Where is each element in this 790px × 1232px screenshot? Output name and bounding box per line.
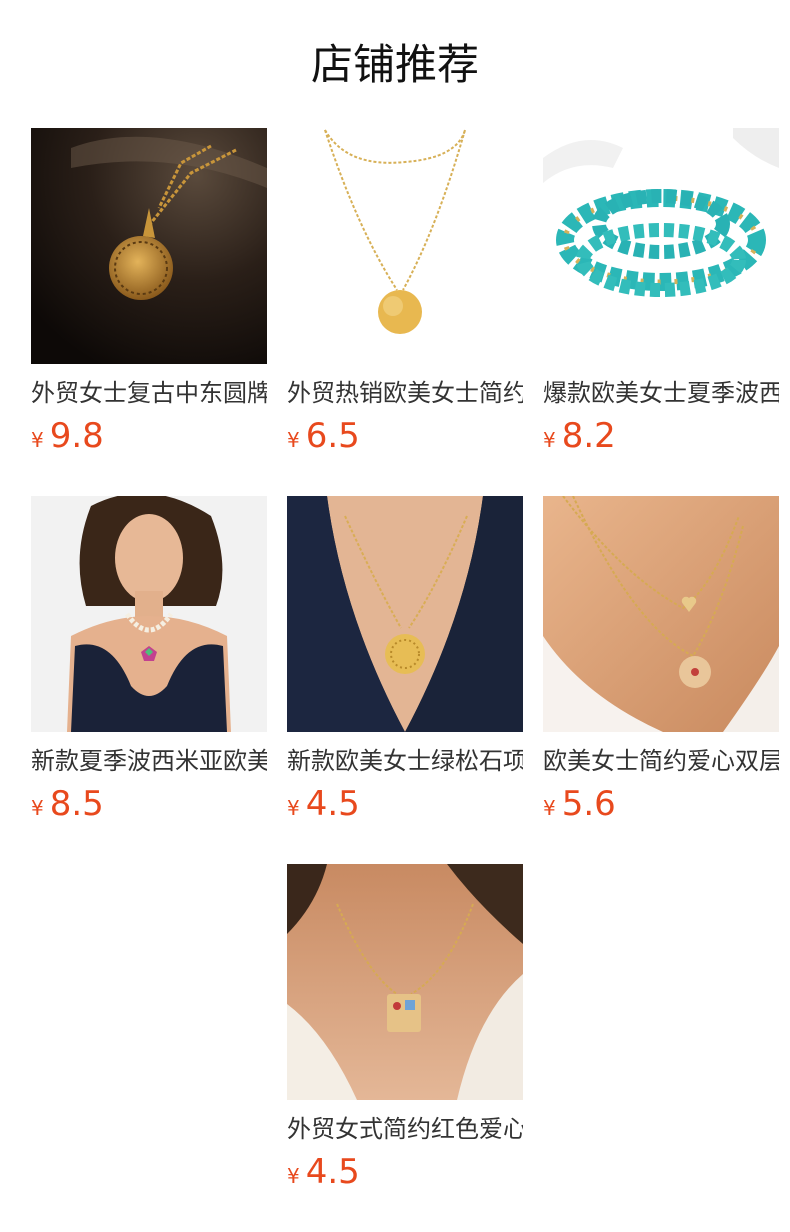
price-amount: 5.6 xyxy=(561,784,616,824)
product-image[interactable] xyxy=(543,128,779,364)
product-image[interactable] xyxy=(31,128,267,364)
model-pearl-necklace-icon xyxy=(31,496,267,732)
product-image[interactable] xyxy=(287,496,523,732)
product-name[interactable]: 外贸女士复古中东圆牌 xyxy=(31,376,267,410)
necklace-layered-disc-icon xyxy=(287,128,523,364)
product-card[interactable]: 新款欧美女士绿松石项 ¥4.5 xyxy=(287,496,523,824)
product-price: ¥8.2 xyxy=(543,416,779,456)
turquoise-bead-necklace-icon xyxy=(543,128,779,364)
price-amount: 8.2 xyxy=(561,416,616,456)
currency-symbol: ¥ xyxy=(31,428,44,452)
product-price: ¥6.5 xyxy=(287,416,523,456)
product-price: ¥4.5 xyxy=(287,1152,523,1192)
price-amount: 9.8 xyxy=(49,416,104,456)
product-image[interactable] xyxy=(31,496,267,732)
currency-symbol: ¥ xyxy=(287,796,300,820)
currency-symbol: ¥ xyxy=(287,1164,300,1188)
product-name[interactable]: 新款欧美女士绿松石项 xyxy=(287,744,523,778)
product-price: ¥8.5 xyxy=(31,784,267,824)
product-card[interactable]: 外贸女士复古中东圆牌 ¥9.8 xyxy=(31,128,267,456)
price-amount: 4.5 xyxy=(305,1152,360,1192)
model-heart-layered-necklace-icon xyxy=(543,496,779,732)
product-name[interactable]: 外贸女式简约红色爱心 xyxy=(287,1112,523,1146)
currency-symbol: ¥ xyxy=(543,428,556,452)
product-card[interactable]: 外贸热销欧美女士简约 ¥6.5 xyxy=(287,128,523,456)
model-disc-necklace-icon xyxy=(287,496,523,732)
product-name[interactable]: 新款夏季波西米亚欧美 xyxy=(31,744,267,778)
product-card[interactable]: 欧美女士简约爱心双层 ¥5.6 xyxy=(543,496,779,824)
price-amount: 6.5 xyxy=(305,416,360,456)
product-price: ¥5.6 xyxy=(543,784,779,824)
product-card[interactable]: 外贸女式简约红色爱心 ¥4.5 xyxy=(287,864,523,1192)
currency-symbol: ¥ xyxy=(543,796,556,820)
price-amount: 4.5 xyxy=(305,784,360,824)
product-card[interactable]: 新款夏季波西米亚欧美 ¥8.5 xyxy=(31,496,267,824)
model-letter-pendant-icon xyxy=(287,864,523,1100)
product-name[interactable]: 爆款欧美女士夏季波西米 xyxy=(543,376,779,410)
product-name[interactable]: 外贸热销欧美女士简约 xyxy=(287,376,523,410)
product-image[interactable] xyxy=(543,496,779,732)
product-card[interactable]: 爆款欧美女士夏季波西米 ¥8.2 xyxy=(543,128,779,456)
necklace-coin-pendant-icon xyxy=(31,128,267,364)
product-price: ¥9.8 xyxy=(31,416,267,456)
product-name[interactable]: 欧美女士简约爱心双层 xyxy=(543,744,779,778)
product-price: ¥4.5 xyxy=(287,784,523,824)
section-title: 店铺推荐 xyxy=(310,40,479,89)
currency-symbol: ¥ xyxy=(287,428,300,452)
product-image[interactable] xyxy=(287,864,523,1100)
currency-symbol: ¥ xyxy=(31,796,44,820)
product-image[interactable] xyxy=(287,128,523,364)
price-amount: 8.5 xyxy=(49,784,104,824)
